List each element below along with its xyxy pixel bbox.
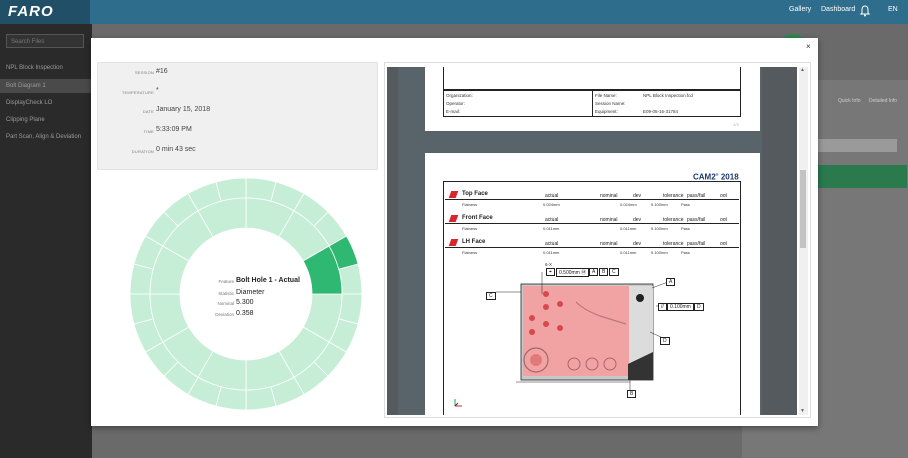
nav-gallery[interactable]: Gallery <box>789 6 811 13</box>
statistic-label: Statistic <box>218 291 234 296</box>
gdt-frame-datum: A <box>589 268 599 276</box>
table-cell: 0.100mm <box>651 250 668 255</box>
tab-detailed-info[interactable]: Detailed Info <box>869 98 897 104</box>
table-cell: 0.100mm <box>651 202 668 207</box>
table-divider <box>592 90 593 117</box>
top-bar <box>0 0 908 24</box>
date-value: January 15, 2018 <box>156 106 211 113</box>
table-cell: Flatness <box>462 250 478 255</box>
table-cell: Flatness <box>462 226 478 231</box>
rule <box>445 223 739 224</box>
report-header-box <box>443 67 741 90</box>
scroll-up-icon[interactable]: ▲ <box>800 67 805 73</box>
table-cell: 0.011mm <box>620 250 637 255</box>
datum-label: C <box>486 292 496 300</box>
time-value: 5:33:09 PM <box>156 126 192 133</box>
sidebar-item[interactable]: DisplayCheck LO <box>0 96 92 110</box>
table-cell: 0.011mm <box>620 226 637 231</box>
equipment-label: Equipment: <box>595 109 618 114</box>
table-cell: Flatness <box>462 202 478 207</box>
section-title: LH Face <box>462 239 486 245</box>
file-name-value: NPL Block Inspection.fcd <box>643 93 693 98</box>
table-cell: Pass <box>681 202 690 207</box>
flatness-frame-datum: D <box>694 303 704 311</box>
nav-dashboard[interactable]: Dashboard <box>821 6 855 13</box>
feature-value: Bolt Hole 1 - Actual <box>236 277 300 284</box>
table-cell: 0.011mm <box>543 226 560 231</box>
duration-label: DURATION <box>131 149 154 154</box>
nominal-value: 5.300 <box>236 299 254 306</box>
duration-value: 0 min 43 sec <box>156 146 196 153</box>
axis-triad-icon <box>454 399 462 407</box>
operator-label: Operator: <box>446 101 466 106</box>
gdt-frame-datum: C <box>609 268 619 276</box>
feature-label: Feature <box>218 279 234 284</box>
sidebar-item[interactable]: Clipping Plane <box>0 113 92 127</box>
sidebar-item-active[interactable]: Bolt Diagram 1 <box>0 79 92 93</box>
table-cell: Pass <box>681 226 690 231</box>
page-number: 1/3 <box>733 122 739 127</box>
deviation-donut-chart[interactable]: Feature Bolt Hole 1 - Actual Statistic D… <box>128 176 364 412</box>
rule <box>445 247 739 248</box>
deviation-value: 0.358 <box>236 310 254 317</box>
section-title: Front Face <box>462 215 493 221</box>
filter-select[interactable] <box>815 139 897 152</box>
file-name-label: File Name: <box>595 93 617 98</box>
gdt-frame-value: 0.500mm Ⓜ <box>556 268 590 277</box>
datum-label: B <box>627 390 637 398</box>
scrollbar-thumb[interactable] <box>800 170 806 248</box>
faro-logo[interactable]: FARO <box>0 0 90 24</box>
statistic-value: Diameter <box>236 289 265 296</box>
section-title: Top Face <box>462 191 488 197</box>
tab-quick-info[interactable]: Quick Info <box>838 98 861 104</box>
equipment-value: E09-05-16-31784 <box>643 109 679 114</box>
sidebar-search-input[interactable]: Search Files <box>6 34 84 48</box>
logo-text: FARO <box>8 3 54 20</box>
email-label: E-mail: <box>446 109 461 114</box>
temperature-label: TEMPERATURE <box>121 90 154 95</box>
datum-label: D <box>660 337 670 345</box>
temperature-value: * <box>156 87 159 94</box>
tolerance-count: 6-X <box>545 262 553 267</box>
scroll-down-icon[interactable]: ▼ <box>800 408 805 414</box>
table-cell: 0.024mm <box>620 202 637 207</box>
rule <box>445 199 739 200</box>
gdt-frame-datum: B <box>599 268 609 276</box>
highlight-bar <box>815 165 907 188</box>
time-label: TIME <box>143 129 154 134</box>
date-label: DATE <box>142 109 154 114</box>
datum-label: A <box>666 278 676 286</box>
organization-label: Organization: <box>446 93 473 98</box>
flatness-frame-value: 0.100mm <box>667 303 694 311</box>
session-value: #16 <box>156 68 168 75</box>
bell-icon[interactable] <box>859 5 871 17</box>
sidebar-item[interactable]: Part Scan, Align & Deviation <box>0 130 92 144</box>
table-cell: 0.024mm <box>543 202 560 207</box>
cam2-logo: CAM2® 2018 <box>693 172 739 182</box>
table-cell: Pass <box>681 250 690 255</box>
nominal-label: Nominal <box>217 301 234 306</box>
session-info-card: SESSION #16 TEMPERATURE * DATE January 1… <box>97 62 378 170</box>
part-drawing <box>496 272 669 390</box>
close-icon[interactable]: × <box>806 42 811 51</box>
gdt-frame-symbol: ⌖ <box>546 268 555 276</box>
sidebar-item[interactable]: NPL Block Inspection <box>0 61 92 75</box>
table-cell: 0.011mm <box>543 250 560 255</box>
table-cell: 0.100mm <box>651 226 668 231</box>
deviation-label: Deviation <box>215 312 234 317</box>
session-label: SESSION <box>134 70 154 75</box>
flatness-frame-symbol: // <box>658 303 667 311</box>
language-selector[interactable]: EN <box>888 6 898 13</box>
session-name-label: Session Name: <box>595 101 626 106</box>
